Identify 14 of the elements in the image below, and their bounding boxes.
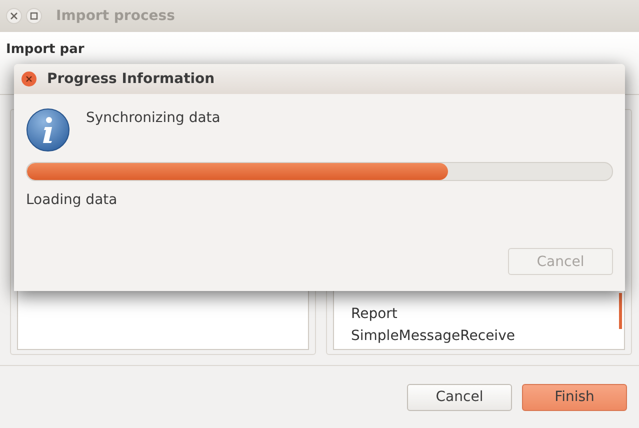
dialog-message: Synchronizing data: [86, 110, 220, 126]
page-title: Import par: [6, 42, 84, 57]
cancel-button[interactable]: Cancel: [407, 384, 512, 410]
window-title: Import process: [56, 8, 175, 24]
info-icon: [26, 108, 70, 152]
close-icon[interactable]: [21, 71, 37, 87]
close-icon[interactable]: [6, 8, 22, 24]
maximize-icon[interactable]: [26, 8, 42, 24]
finish-button[interactable]: Finish: [522, 384, 627, 410]
list-item[interactable]: Report: [334, 303, 624, 325]
list-item[interactable]: SimpleMessageReceive: [334, 325, 624, 347]
dialog-title: Progress Information: [47, 71, 215, 87]
scrollbar-thumb[interactable]: [619, 293, 622, 329]
status-text: Loading data: [26, 192, 118, 208]
